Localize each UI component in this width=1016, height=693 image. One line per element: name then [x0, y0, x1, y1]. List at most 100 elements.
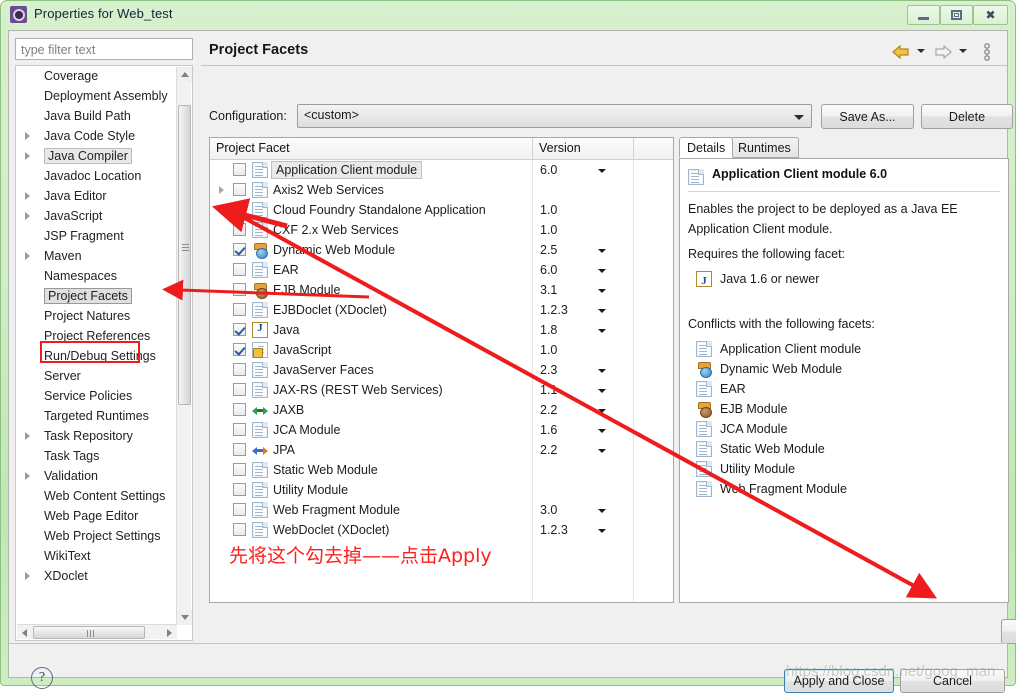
- back-arrow-icon[interactable]: [889, 40, 913, 64]
- sidebar-item-run-debug-settings[interactable]: Run/Debug Settings: [16, 346, 178, 366]
- table-row[interactable]: Utility Module: [210, 480, 673, 500]
- sidebar-item-web-content-settings[interactable]: Web Content Settings: [16, 486, 178, 506]
- vertical-dots-icon[interactable]: [975, 40, 999, 64]
- sidebar-item-task-tags[interactable]: Task Tags: [16, 446, 178, 466]
- tree-vscroll-thumb[interactable]: [178, 105, 191, 405]
- sidebar-item-java-build-path[interactable]: Java Build Path: [16, 106, 178, 126]
- project-facets-table[interactable]: Project Facet Version Application Client…: [209, 137, 674, 603]
- sidebar-item-java-editor[interactable]: Java Editor: [16, 186, 178, 206]
- facet-checkbox[interactable]: [233, 203, 246, 216]
- sidebar-item-deployment-assembly[interactable]: Deployment Assembly: [16, 86, 178, 106]
- facet-checkbox[interactable]: [233, 503, 246, 516]
- configuration-select[interactable]: <custom>: [297, 104, 812, 128]
- expand-arrow-icon[interactable]: [25, 212, 30, 220]
- facet-checkbox[interactable]: [233, 443, 246, 456]
- sidebar-item-jsp-fragment[interactable]: JSP Fragment: [16, 226, 178, 246]
- sidebar-item-web-page-editor[interactable]: Web Page Editor: [16, 506, 178, 526]
- save-as-button[interactable]: Save As...: [821, 104, 914, 129]
- table-row[interactable]: Dynamic Web Module 2.5: [210, 240, 673, 260]
- table-row[interactable]: EJBDoclet (XDoclet) 1.2.3: [210, 300, 673, 320]
- maximize-button[interactable]: [940, 5, 973, 25]
- column-header-version[interactable]: Version: [533, 138, 633, 159]
- table-row[interactable]: Application Client module 6.0: [210, 160, 673, 180]
- facet-checkbox[interactable]: [233, 383, 246, 396]
- tab-runtimes[interactable]: Runtimes: [730, 137, 799, 158]
- version-chevron-down-icon[interactable]: [598, 329, 606, 333]
- facet-checkbox[interactable]: [233, 283, 246, 296]
- table-row[interactable]: EAR 6.0: [210, 260, 673, 280]
- version-chevron-down-icon[interactable]: [598, 289, 606, 293]
- facet-checkbox[interactable]: [233, 163, 246, 176]
- version-chevron-down-icon[interactable]: [598, 529, 606, 533]
- table-row[interactable]: Java 1.8: [210, 320, 673, 340]
- table-row[interactable]: Axis2 Web Services: [210, 180, 673, 200]
- minimize-button[interactable]: [907, 5, 940, 25]
- table-row[interactable]: JAX-RS (REST Web Services) 1.1: [210, 380, 673, 400]
- sidebar-item-maven[interactable]: Maven: [16, 246, 178, 266]
- sidebar-item-validation[interactable]: Validation: [16, 466, 178, 486]
- version-chevron-down-icon[interactable]: [598, 449, 606, 453]
- forward-arrow-icon[interactable]: [931, 40, 955, 64]
- table-row[interactable]: JavaScript 1.0: [210, 340, 673, 360]
- facet-checkbox[interactable]: [233, 483, 246, 496]
- sidebar-item-namespaces[interactable]: Namespaces: [16, 266, 178, 286]
- scroll-up-icon[interactable]: [177, 67, 192, 82]
- facet-checkbox[interactable]: [233, 463, 246, 476]
- table-row[interactable]: EJB Module 3.1: [210, 280, 673, 300]
- sidebar-item-java-compiler[interactable]: Java Compiler: [16, 146, 178, 166]
- expand-arrow-icon[interactable]: [25, 252, 30, 260]
- tree-horizontal-scrollbar[interactable]: [17, 624, 177, 639]
- version-chevron-down-icon[interactable]: [598, 309, 606, 313]
- table-row[interactable]: WebDoclet (XDoclet) 1.2.3: [210, 520, 673, 540]
- settings-tree[interactable]: Coverage Deployment Assembly Java Build Pa…: [15, 65, 193, 641]
- sidebar-item-wikitext[interactable]: WikiText: [16, 546, 178, 566]
- expand-arrow-icon[interactable]: [219, 186, 224, 194]
- sidebar-item-project-facets[interactable]: Project Facets: [16, 286, 178, 306]
- facet-checkbox[interactable]: [233, 223, 246, 236]
- sidebar-item-java-code-style[interactable]: Java Code Style: [16, 126, 178, 146]
- facet-checkbox[interactable]: [233, 403, 246, 416]
- version-chevron-down-icon[interactable]: [598, 269, 606, 273]
- scroll-left-icon[interactable]: [17, 625, 32, 640]
- facet-checkbox[interactable]: [233, 363, 246, 376]
- version-chevron-down-icon[interactable]: [598, 429, 606, 433]
- expand-arrow-icon[interactable]: [25, 472, 30, 480]
- table-row[interactable]: JCA Module 1.6: [210, 420, 673, 440]
- table-row[interactable]: JAXB 2.2: [210, 400, 673, 420]
- expand-arrow-icon[interactable]: [25, 432, 30, 440]
- scroll-down-icon[interactable]: [177, 610, 192, 625]
- table-row[interactable]: Cloud Foundry Standalone Application 1.0: [210, 200, 673, 220]
- sidebar-item-project-references[interactable]: Project References: [16, 326, 178, 346]
- expand-arrow-icon[interactable]: [25, 192, 30, 200]
- version-chevron-down-icon[interactable]: [598, 389, 606, 393]
- sidebar-item-coverage[interactable]: Coverage: [16, 66, 178, 86]
- facet-checkbox[interactable]: [233, 343, 246, 356]
- version-chevron-down-icon[interactable]: [598, 369, 606, 373]
- sidebar-item-server[interactable]: Server: [16, 366, 178, 386]
- version-chevron-down-icon[interactable]: [598, 169, 606, 173]
- back-menu-chevron-down-icon[interactable]: [917, 49, 925, 53]
- column-header-project-facet[interactable]: Project Facet: [210, 138, 532, 159]
- sidebar-item-web-project-settings[interactable]: Web Project Settings: [16, 526, 178, 546]
- table-row[interactable]: JPA 2.2: [210, 440, 673, 460]
- table-row[interactable]: Static Web Module: [210, 460, 673, 480]
- version-chevron-down-icon[interactable]: [598, 509, 606, 513]
- revert-button[interactable]: Revert: [1001, 619, 1016, 644]
- table-row[interactable]: Web Fragment Module 3.0: [210, 500, 673, 520]
- version-chevron-down-icon[interactable]: [598, 249, 606, 253]
- filter-input[interactable]: type filter text: [15, 38, 193, 60]
- sidebar-item-xdoclet[interactable]: XDoclet: [16, 566, 178, 586]
- tab-details[interactable]: Details: [679, 137, 734, 158]
- tree-hscroll-thumb[interactable]: [33, 626, 145, 639]
- close-button[interactable]: ✖: [973, 5, 1008, 25]
- facet-checkbox[interactable]: [233, 303, 246, 316]
- expand-arrow-icon[interactable]: [25, 572, 30, 580]
- expand-arrow-icon[interactable]: [25, 132, 30, 140]
- expand-arrow-icon[interactable]: [25, 152, 30, 160]
- version-chevron-down-icon[interactable]: [598, 409, 606, 413]
- delete-button[interactable]: Delete: [921, 104, 1013, 129]
- facet-checkbox[interactable]: [233, 323, 246, 336]
- sidebar-item-javascript[interactable]: JavaScript: [16, 206, 178, 226]
- sidebar-item-task-repository[interactable]: Task Repository: [16, 426, 178, 446]
- sidebar-item-targeted-runtimes[interactable]: Targeted Runtimes: [16, 406, 178, 426]
